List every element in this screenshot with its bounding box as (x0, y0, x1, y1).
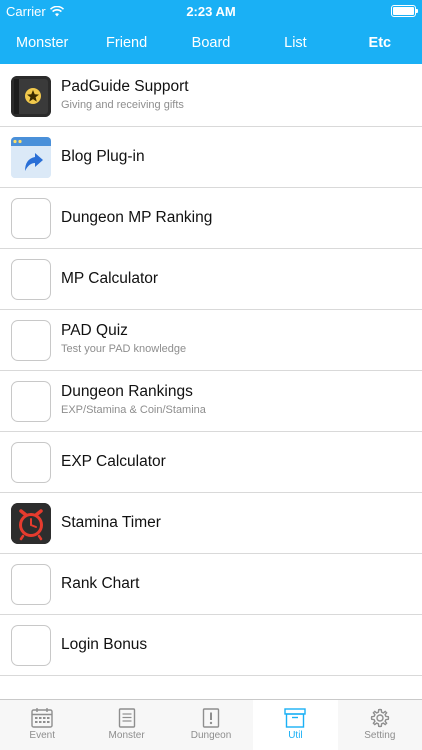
calendar-icon (31, 708, 53, 728)
list-item-dungeon-rankings[interactable]: Dungeon Rankings EXP/Stamina & Coin/Stam… (0, 371, 422, 432)
blog-upload-icon (11, 137, 51, 178)
bottom-tab-dungeon[interactable]: Dungeon (169, 700, 253, 750)
item-title: PAD Quiz (61, 322, 128, 339)
tab-board[interactable]: Board (169, 22, 253, 64)
list-item-login-bonus[interactable]: Login Bonus (0, 615, 422, 676)
blank-icon (11, 564, 51, 605)
item-title: Dungeon Rankings (61, 383, 193, 400)
tab-monster[interactable]: Monster (0, 22, 84, 64)
bottom-tab-label: Dungeon (190, 730, 232, 741)
bottom-tab-monster[interactable]: Monster (84, 700, 168, 750)
blank-icon (11, 442, 51, 483)
list-item-dungeon-mp-ranking[interactable]: Dungeon MP Ranking (0, 188, 422, 249)
tab-friend[interactable]: Friend (84, 22, 168, 64)
blank-icon (11, 381, 51, 422)
box-icon (284, 708, 307, 728)
list-item-mp-calculator[interactable]: MP Calculator (0, 249, 422, 310)
item-title: Stamina Timer (61, 514, 161, 531)
list-item-exp-calculator[interactable]: EXP Calculator (0, 432, 422, 493)
bottom-tab-util[interactable]: Util (253, 700, 338, 750)
item-title: Blog Plug-in (61, 148, 145, 165)
document-icon (118, 708, 135, 728)
tab-etc[interactable]: Etc (338, 22, 422, 64)
item-title: EXP Calculator (61, 453, 166, 470)
list-item-padguide-support[interactable]: PadGuide Support Giving and receiving gi… (0, 66, 422, 127)
list-item-rank-chart[interactable]: Rank Chart (0, 554, 422, 615)
list-item-stamina-timer[interactable]: Stamina Timer (0, 493, 422, 554)
util-list: PadGuide Support Giving and receiving gi… (0, 66, 422, 676)
list-item-pad-quiz[interactable]: PAD Quiz Test your PAD knowledge (0, 310, 422, 371)
bottom-tab-label: Util (288, 730, 303, 741)
bottom-tab-bar: Event Monster Dungeon Util Setting (0, 699, 422, 750)
blank-icon (11, 198, 51, 239)
item-title: Rank Chart (61, 575, 140, 592)
status-bar: Carrier 2:23 AM (0, 0, 422, 22)
padguide-app-icon (11, 76, 51, 117)
bottom-tab-label: Setting (364, 730, 396, 741)
item-subtitle: Test your PAD knowledge (61, 343, 187, 355)
alarm-clock-icon (11, 503, 51, 544)
blank-icon (11, 320, 51, 361)
blank-icon (11, 625, 51, 666)
item-title: Dungeon MP Ranking (61, 209, 213, 226)
bottom-tab-label: Event (29, 730, 55, 741)
item-title: MP Calculator (61, 270, 159, 287)
bottom-tab-event[interactable]: Event (0, 700, 84, 750)
item-subtitle: Giving and receiving gifts (61, 99, 184, 111)
tab-list[interactable]: List (253, 22, 337, 64)
list-item-blog-plugin[interactable]: Blog Plug-in (0, 127, 422, 188)
status-time: 2:23 AM (186, 4, 236, 19)
item-title: PadGuide Support (61, 78, 189, 95)
bottom-tab-label: Monster (108, 730, 145, 741)
bottom-tab-setting[interactable]: Setting (338, 700, 422, 750)
book-icon (202, 708, 220, 728)
top-tab-bar: Monster Friend Board List Etc (0, 22, 422, 64)
gear-icon (370, 708, 390, 728)
item-subtitle: EXP/Stamina & Coin/Stamina (61, 404, 206, 416)
blank-icon (11, 259, 51, 300)
battery-icon (391, 5, 418, 17)
item-title: Login Bonus (61, 636, 148, 653)
